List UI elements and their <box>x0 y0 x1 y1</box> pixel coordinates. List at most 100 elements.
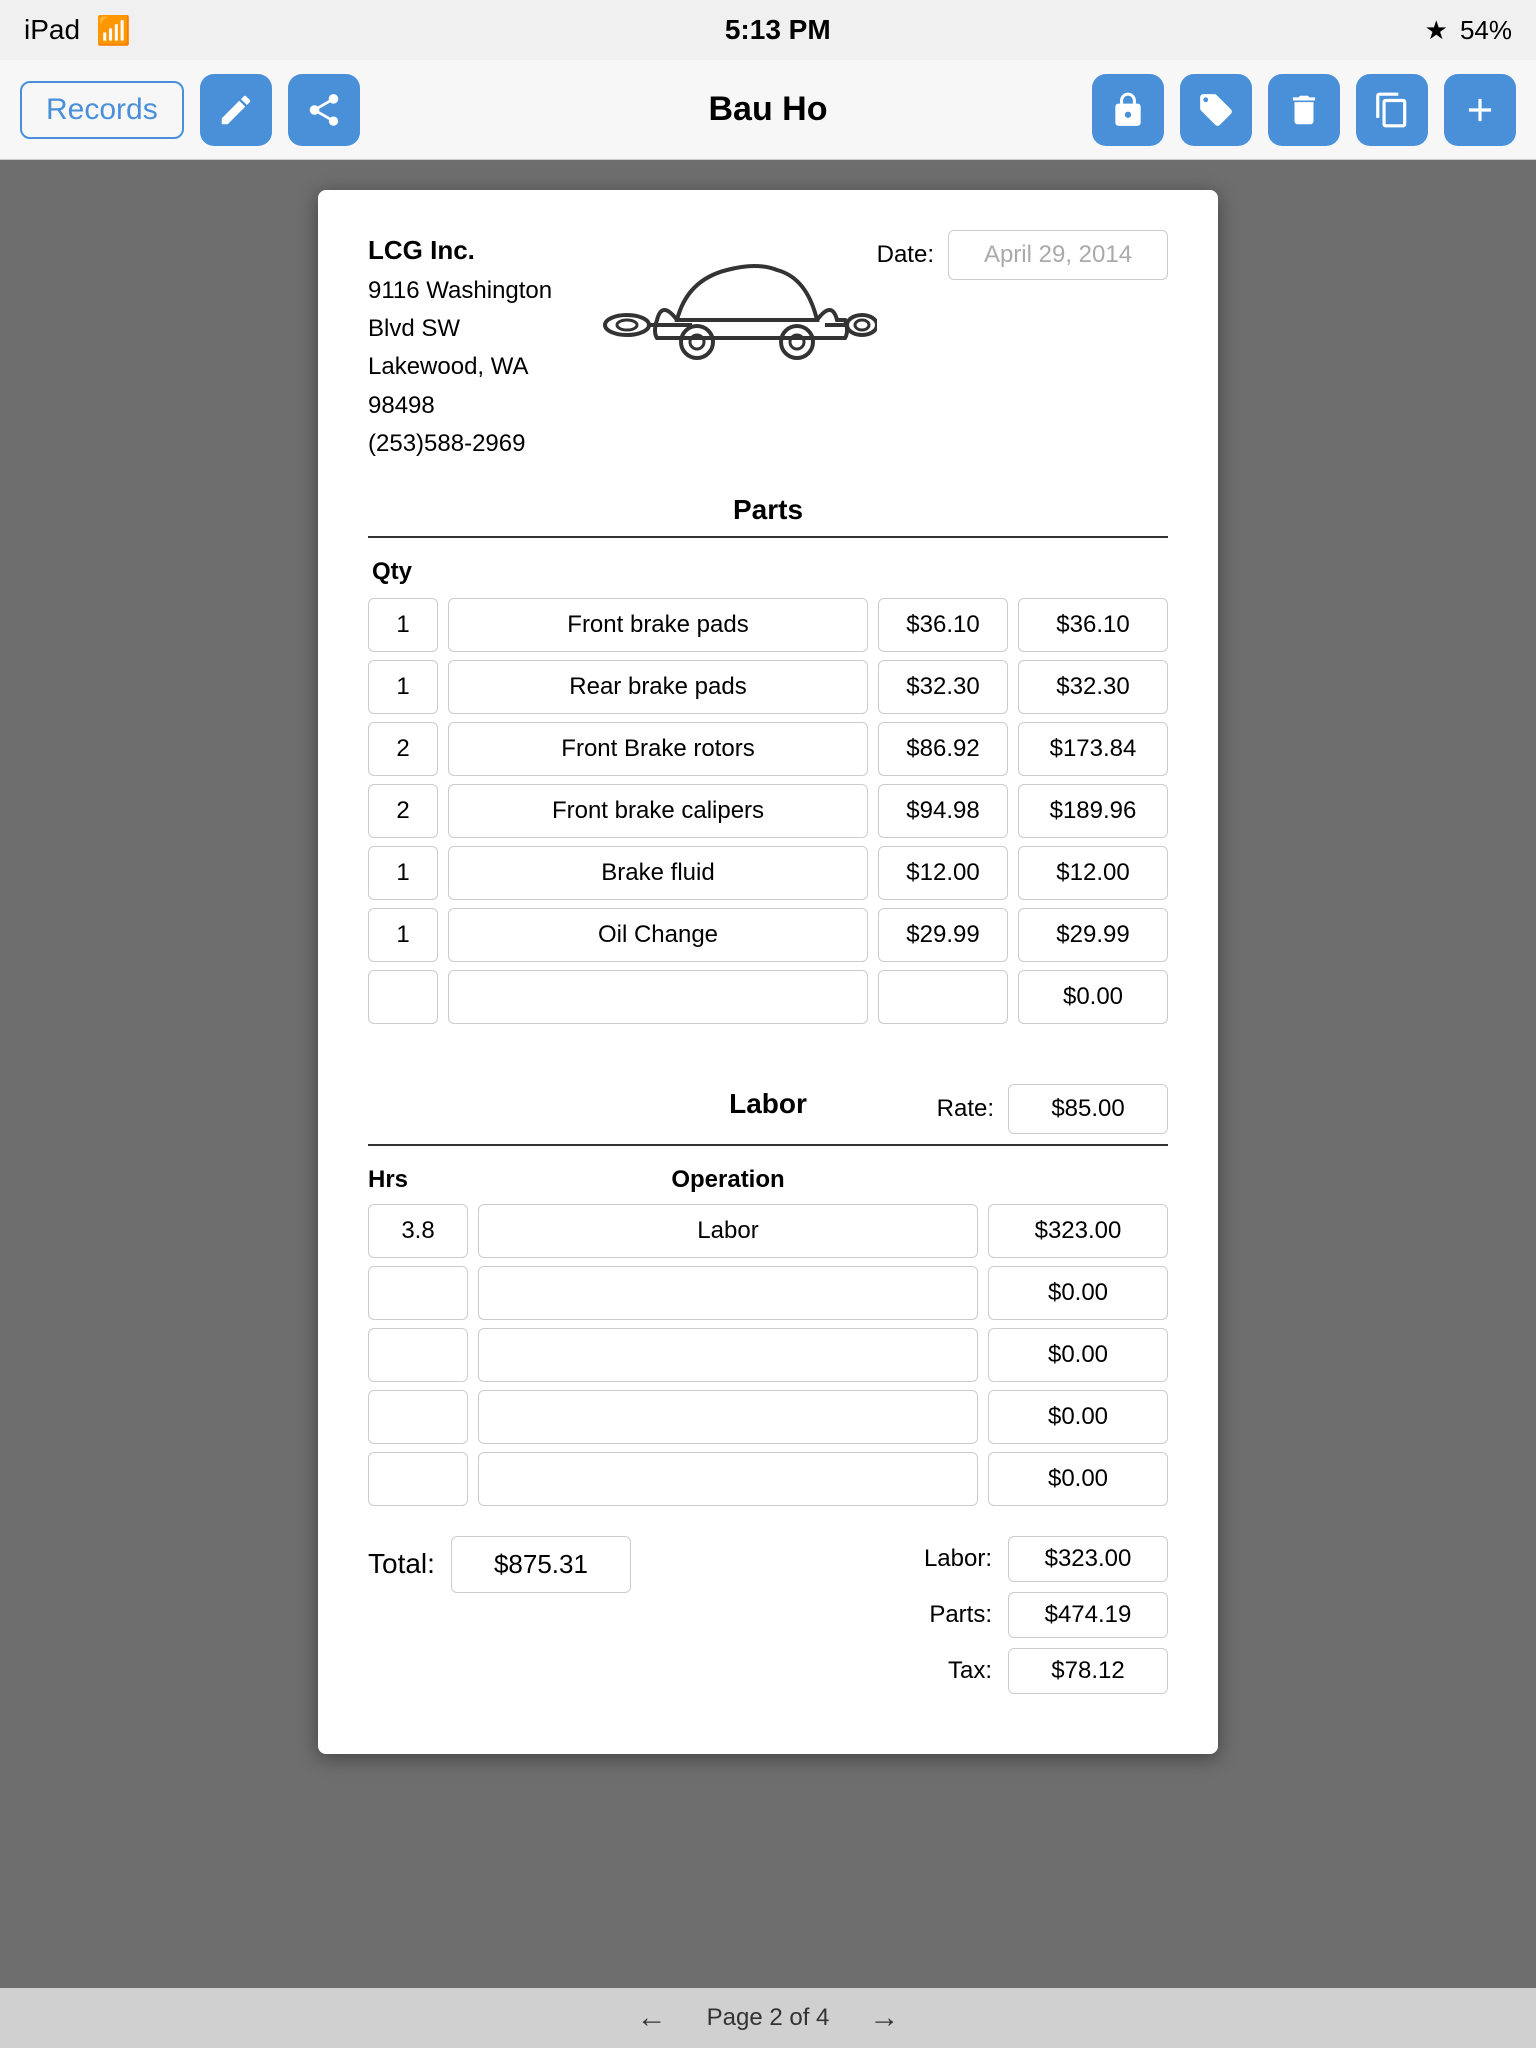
operation-cell[interactable] <box>478 1452 978 1506</box>
price-cell[interactable]: $94.98 <box>878 784 1008 838</box>
price-cell[interactable] <box>878 970 1008 1024</box>
qty-cell[interactable]: 1 <box>368 846 438 900</box>
operation-cell[interactable]: Labor <box>478 1204 978 1258</box>
share-button[interactable] <box>288 74 360 146</box>
main-content: LCG Inc. 9116 Washington Blvd SW Lakewoo… <box>0 160 1536 1988</box>
table-row: 2 Front Brake rotors $86.92 $173.84 <box>368 722 1168 776</box>
car-logo <box>597 230 877 360</box>
total-cell: $32.30 <box>1018 660 1168 714</box>
labor-summary-value: $323.00 <box>1008 1536 1168 1582</box>
price-cell[interactable]: $12.00 <box>878 846 1008 900</box>
desc-cell[interactable]: Front brake pads <box>448 598 868 652</box>
lock-button[interactable] <box>1092 74 1164 146</box>
copy-button[interactable] <box>1356 74 1428 146</box>
bottom-nav: ← Page 2 of 4 → <box>0 1988 1536 2048</box>
desc-cell[interactable]: Front Brake rotors <box>448 722 868 776</box>
delete-button[interactable] <box>1268 74 1340 146</box>
hrs-cell[interactable] <box>368 1266 468 1320</box>
date-label: Date: <box>877 241 934 269</box>
total-cell: $0.00 <box>1018 970 1168 1024</box>
status-right: ★ 54% <box>1425 15 1512 46</box>
company-phone: (253)588-2969 <box>368 425 597 463</box>
parts-summary-label: Parts: <box>912 1601 992 1629</box>
labor-row: $0.00 <box>368 1452 1168 1506</box>
tag-icon <box>1197 91 1235 129</box>
operation-cell[interactable] <box>478 1328 978 1382</box>
company-address2: Lakewood, WA 98498 <box>368 348 597 425</box>
company-address1: 9116 Washington Blvd SW <box>368 272 597 349</box>
qty-cell[interactable]: 1 <box>368 908 438 962</box>
qty-cell[interactable]: 2 <box>368 722 438 776</box>
toolbar-right <box>1092 74 1516 146</box>
labor-title: Labor <box>635 1088 902 1120</box>
labor-total-cell: $323.00 <box>988 1204 1168 1258</box>
rate-row: Rate: $85.00 <box>901 1084 1168 1134</box>
price-cell[interactable]: $32.30 <box>878 660 1008 714</box>
hrs-cell[interactable] <box>368 1390 468 1444</box>
labor-summary-label: Labor: <box>912 1545 992 1573</box>
ipad-label: iPad <box>24 14 80 46</box>
op-header: Operation <box>478 1166 978 1194</box>
labor-row: $0.00 <box>368 1266 1168 1320</box>
desc-cell[interactable]: Oil Change <box>448 908 868 962</box>
date-value[interactable]: April 29, 2014 <box>948 230 1168 280</box>
toolbar: Records Bau Ho <box>0 60 1536 160</box>
pencil-icon <box>217 91 255 129</box>
hrs-cell[interactable] <box>368 1328 468 1382</box>
operation-cell[interactable] <box>478 1266 978 1320</box>
labor-section: Labor Rate: $85.00 Hrs Operation 3.8 Lab… <box>368 1084 1168 1506</box>
parts-section: Parts Qty 1 Front brake pads $36.10 $36.… <box>368 494 1168 1024</box>
add-button[interactable] <box>1444 74 1516 146</box>
total-cell: $36.10 <box>1018 598 1168 652</box>
labor-total-cell: $0.00 <box>988 1390 1168 1444</box>
qty-cell[interactable]: 1 <box>368 660 438 714</box>
price-cell[interactable]: $86.92 <box>878 722 1008 776</box>
total-cell: $189.96 <box>1018 784 1168 838</box>
records-button[interactable]: Records <box>20 81 184 139</box>
parts-title: Parts <box>368 494 1168 526</box>
qty-cell[interactable]: 1 <box>368 598 438 652</box>
rate-value[interactable]: $85.00 <box>1008 1084 1168 1134</box>
document: LCG Inc. 9116 Washington Blvd SW Lakewoo… <box>318 190 1218 1754</box>
labor-col-headers: Hrs Operation <box>368 1166 1168 1194</box>
price-cell[interactable]: $29.99 <box>878 908 1008 962</box>
copy-icon <box>1373 91 1411 129</box>
total-left: Total: $875.31 <box>368 1536 631 1593</box>
table-row: 1 Brake fluid $12.00 $12.00 <box>368 846 1168 900</box>
desc-cell[interactable]: Brake fluid <box>448 846 868 900</box>
parts-summary-row: Parts: $474.19 <box>912 1592 1168 1638</box>
qty-header: Qty <box>368 558 1168 586</box>
rate-label: Rate: <box>937 1095 994 1123</box>
qty-cell[interactable] <box>368 970 438 1024</box>
labor-divider <box>368 1144 1168 1146</box>
labor-row: $0.00 <box>368 1390 1168 1444</box>
desc-cell[interactable]: Rear brake pads <box>448 660 868 714</box>
operation-cell[interactable] <box>478 1390 978 1444</box>
tax-summary-row: Tax: $78.12 <box>912 1648 1168 1694</box>
qty-cell[interactable]: 2 <box>368 784 438 838</box>
hrs-header: Hrs <box>368 1166 468 1194</box>
toolbar-left: Records <box>20 74 360 146</box>
edit-button[interactable] <box>200 74 272 146</box>
table-row: 1 Oil Change $29.99 $29.99 <box>368 908 1168 962</box>
wifi-icon: 📶 <box>96 14 131 47</box>
total-cell: $173.84 <box>1018 722 1168 776</box>
labor-total-cell: $0.00 <box>988 1266 1168 1320</box>
hrs-cell[interactable]: 3.8 <box>368 1204 468 1258</box>
tag-button[interactable] <box>1180 74 1252 146</box>
parts-summary-value: $474.19 <box>1008 1592 1168 1638</box>
status-time: 5:13 PM <box>725 14 831 46</box>
parts-divider <box>368 536 1168 538</box>
hrs-cell[interactable] <box>368 1452 468 1506</box>
desc-cell[interactable]: Front brake calipers <box>448 784 868 838</box>
table-row: 1 Front brake pads $36.10 $36.10 <box>368 598 1168 652</box>
next-arrow[interactable]: → <box>869 2001 899 2035</box>
doc-header: LCG Inc. 9116 Washington Blvd SW Lakewoo… <box>368 230 1168 464</box>
price-cell[interactable]: $36.10 <box>878 598 1008 652</box>
prev-arrow[interactable]: ← <box>637 2001 667 2035</box>
company-name: LCG Inc. <box>368 230 597 272</box>
company-info: LCG Inc. 9116 Washington Blvd SW Lakewoo… <box>368 230 597 464</box>
summary-section: Total: $875.31 Labor: $323.00 Parts: $47… <box>368 1536 1168 1694</box>
labor-row: 3.8 Labor $323.00 <box>368 1204 1168 1258</box>
desc-cell[interactable] <box>448 970 868 1024</box>
